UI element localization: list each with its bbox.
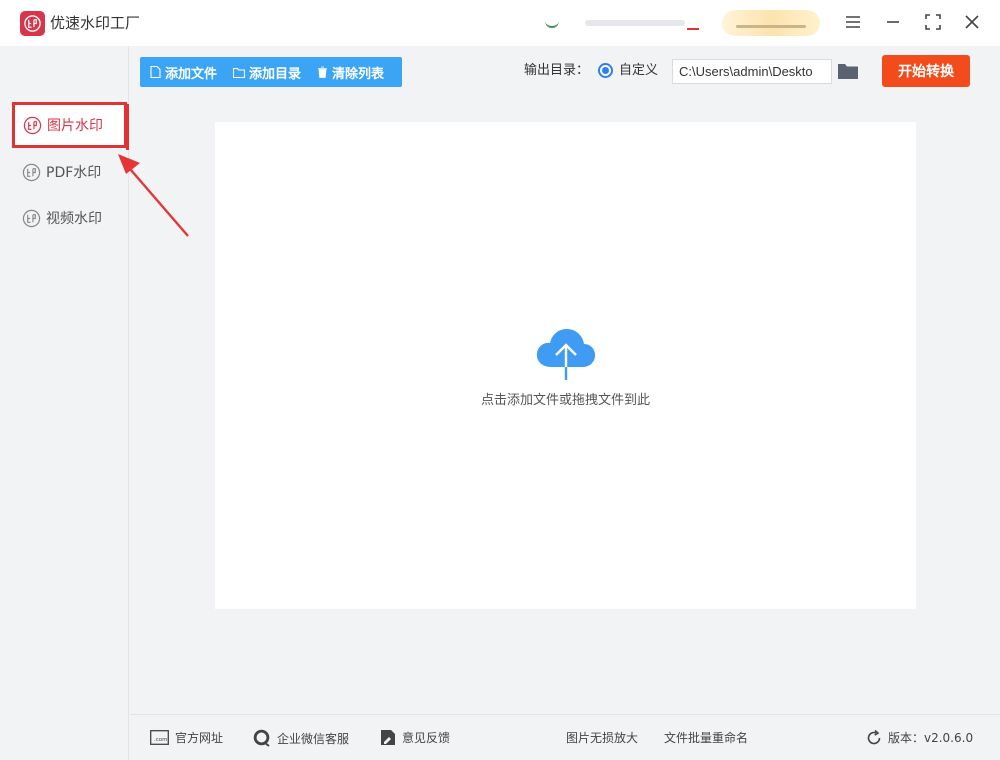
seal-stamp-icon <box>23 116 42 134</box>
custom-dir-radio[interactable] <box>598 63 613 78</box>
file-drop-zone[interactable]: 点击添加文件或拖拽文件到此 <box>215 122 916 609</box>
app-logo-icon <box>20 11 45 36</box>
sidebar: 图片水印 PDF水印 视频水印 <box>0 46 129 760</box>
sidebar-item-label: 视频水印 <box>46 211 102 227</box>
feedback-icon <box>381 730 395 745</box>
menu-button[interactable] <box>838 8 868 36</box>
output-path-input[interactable] <box>672 59 832 84</box>
browse-folder-icon[interactable] <box>837 61 859 81</box>
chat-bubble-icon <box>253 729 270 747</box>
drop-hint-text: 点击添加文件或拖拽文件到此 <box>480 393 650 408</box>
batch-rename-link[interactable]: 文件批量重命名 <box>664 729 748 746</box>
feedback-link[interactable]: 意见反馈 <box>380 729 450 746</box>
sidebar-item-label: 图片水印 <box>47 118 103 134</box>
folder-icon <box>233 67 246 78</box>
seal-stamp-icon <box>22 209 41 227</box>
vip-badge-button[interactable] <box>722 10 820 36</box>
sidebar-item-label: PDF水印 <box>46 165 102 181</box>
title-bar: 优速水印工厂 <box>0 0 1000 46</box>
refresh-icon <box>867 729 881 744</box>
image-upscale-link[interactable]: 图片无损放大 <box>566 729 638 746</box>
active-indicator <box>126 104 129 150</box>
sidebar-item-pdf-watermark[interactable]: PDF水印 <box>12 150 124 194</box>
website-link[interactable]: .com 官方网址 <box>150 729 223 746</box>
clear-list-button[interactable]: 清除列表 <box>317 63 384 82</box>
footer-bar: .com 官方网址 企业微信客服 意见反馈 图片无损放大 文件批量重命名 版本：… <box>130 714 1000 760</box>
custom-dir-label[interactable]: 自定义 <box>619 62 658 80</box>
fullscreen-icon <box>925 14 941 30</box>
minimize-icon <box>887 21 899 23</box>
file-toolbar: 添加文件 添加目录 清除列表 <box>140 57 402 87</box>
add-folder-button[interactable]: 添加目录 <box>233 63 301 82</box>
cloud-upload-icon <box>536 329 596 380</box>
app-title: 优速水印工厂 <box>50 14 141 32</box>
wechat-support-link[interactable]: 企业微信客服 <box>252 729 349 747</box>
seal-stamp-icon <box>22 163 41 181</box>
version-info[interactable]: 版本：v2.0.6.0 <box>866 729 973 746</box>
svg-text:.com: .com <box>154 737 168 743</box>
sidebar-item-image-watermark[interactable]: 图片水印 <box>12 102 127 148</box>
add-file-button[interactable]: 添加文件 <box>150 63 217 82</box>
file-icon <box>150 66 161 78</box>
website-icon: .com <box>150 730 169 745</box>
trash-icon <box>318 66 328 78</box>
hamburger-icon <box>846 16 860 28</box>
start-convert-button[interactable]: 开始转换 <box>882 55 970 87</box>
maximize-button[interactable] <box>918 8 948 36</box>
promo-banner[interactable] <box>545 12 703 32</box>
sidebar-item-video-watermark[interactable]: 视频水印 <box>12 196 124 240</box>
close-icon <box>965 15 979 29</box>
output-dir-label: 输出目录： <box>524 63 590 78</box>
close-button[interactable] <box>957 8 987 36</box>
minimize-button[interactable] <box>878 8 908 36</box>
